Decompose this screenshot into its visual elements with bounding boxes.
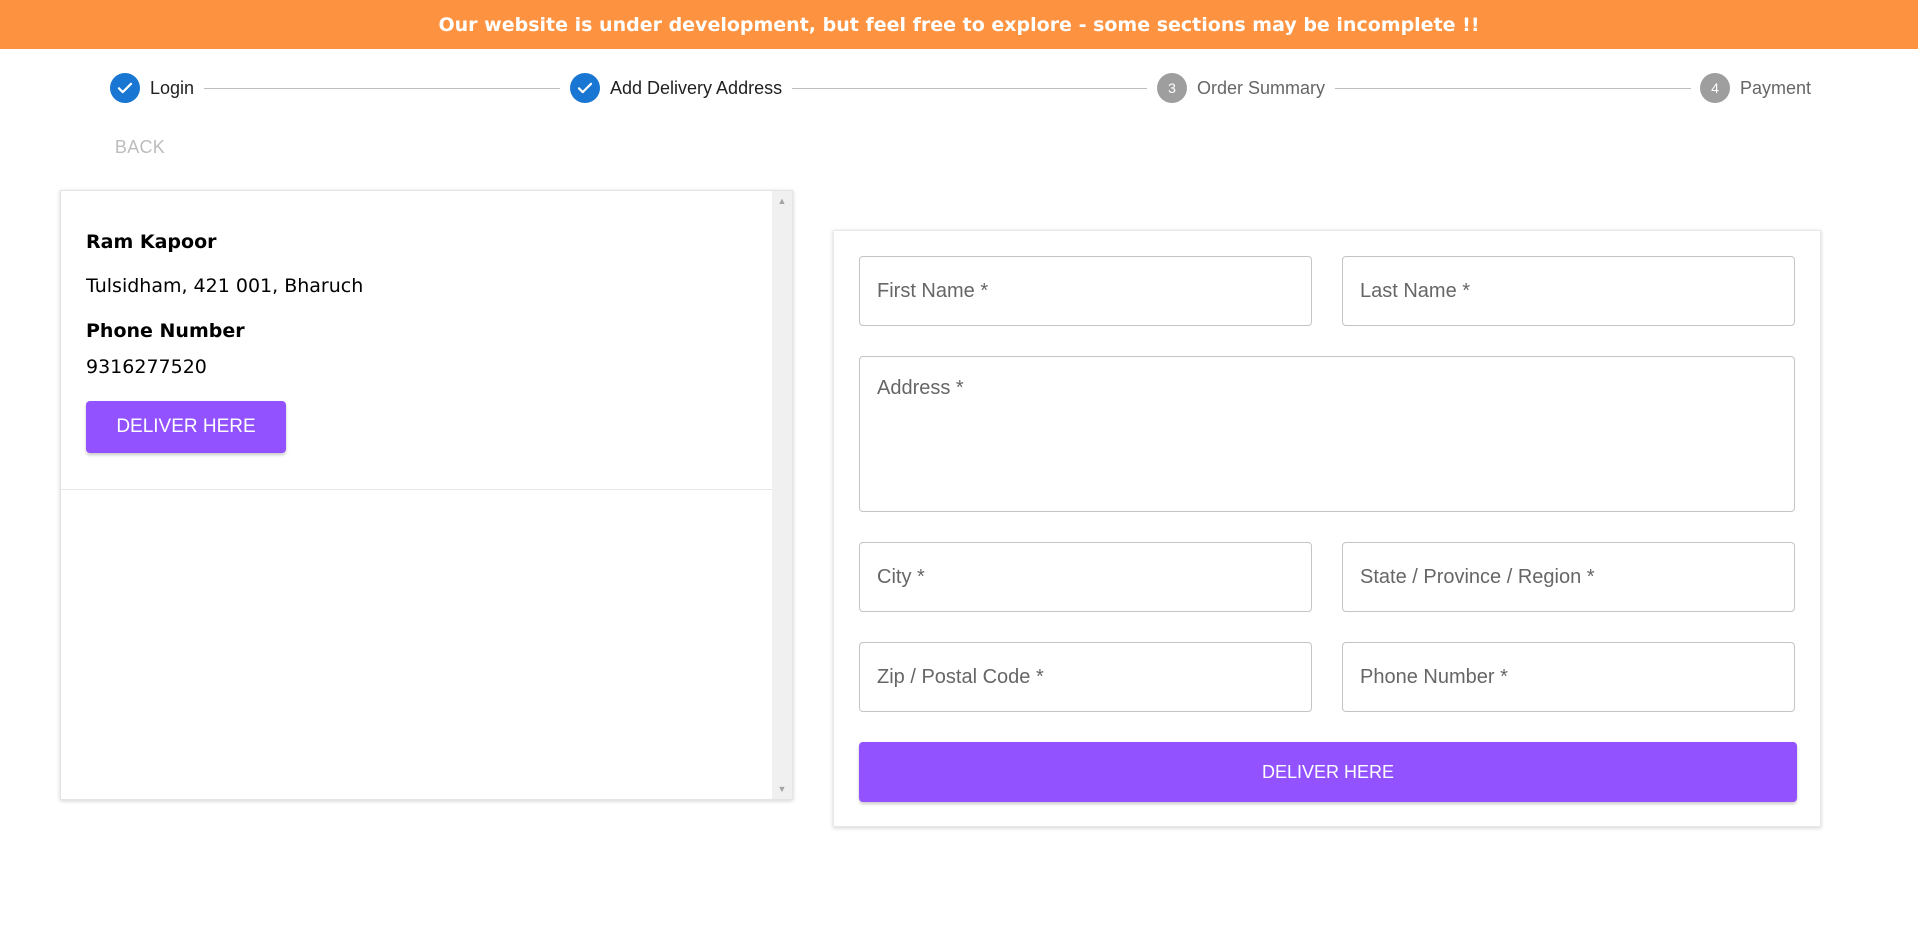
first-name-input[interactable]: [860, 257, 1311, 325]
step-number-badge: 4: [1700, 73, 1730, 103]
step-label: Payment: [1740, 77, 1812, 98]
dev-notice-text: Our website is under development, but fe…: [438, 13, 1480, 36]
step-connector: [204, 88, 560, 89]
city-field[interactable]: [859, 542, 1312, 612]
zip-input[interactable]: [860, 643, 1311, 711]
phone-value: 9316277520: [86, 356, 207, 378]
back-button[interactable]: BACK: [103, 129, 177, 165]
step-payment: 4 Payment: [1700, 73, 1811, 103]
scrollbar[interactable]: ▲ ▼: [772, 191, 792, 799]
step-number-badge: 3: [1157, 73, 1187, 103]
check-icon: [110, 73, 140, 103]
step-login: Login: [110, 73, 194, 103]
step-connector: [1335, 88, 1691, 89]
address-field[interactable]: [859, 356, 1795, 512]
last-name-field[interactable]: [1342, 256, 1795, 326]
step-connector: [792, 88, 1147, 89]
address-line: Tulsidham, 421 001, Bharuch: [86, 275, 364, 297]
dev-notice-banner: Our website is under development, but fe…: [0, 0, 1918, 49]
state-field[interactable]: [1342, 542, 1795, 612]
check-icon: [570, 73, 600, 103]
state-input[interactable]: [1343, 543, 1794, 611]
new-address-form: DELIVER HERE: [833, 230, 1821, 827]
last-name-input[interactable]: [1343, 257, 1794, 325]
address-input[interactable]: [860, 357, 1794, 511]
step-label: Login: [150, 77, 195, 98]
saved-addresses-panel[interactable]: Ram Kapoor Tulsidham, 421 001, Bharuch P…: [60, 190, 793, 800]
step-add-delivery-address: Add Delivery Address: [570, 73, 782, 103]
phone-field[interactable]: [1342, 642, 1795, 712]
phone-label: Phone Number: [86, 320, 245, 342]
address-name: Ram Kapoor: [86, 231, 217, 253]
zip-field[interactable]: [859, 642, 1312, 712]
scroll-down-icon[interactable]: ▼: [772, 781, 792, 797]
checkout-stepper: Login Add Delivery Address 3 Order Summa…: [0, 49, 1918, 129]
step-label: Add Delivery Address: [610, 77, 783, 98]
address-card: Ram Kapoor Tulsidham, 421 001, Bharuch P…: [61, 191, 773, 490]
deliver-here-button[interactable]: DELIVER HERE: [86, 401, 286, 453]
step-order-summary: 3 Order Summary: [1157, 73, 1325, 103]
first-name-field[interactable]: [859, 256, 1312, 326]
city-input[interactable]: [860, 543, 1311, 611]
scroll-up-icon[interactable]: ▲: [772, 193, 792, 209]
step-label: Order Summary: [1197, 77, 1326, 98]
phone-input[interactable]: [1343, 643, 1794, 711]
submit-deliver-here-button[interactable]: DELIVER HERE: [859, 742, 1797, 802]
